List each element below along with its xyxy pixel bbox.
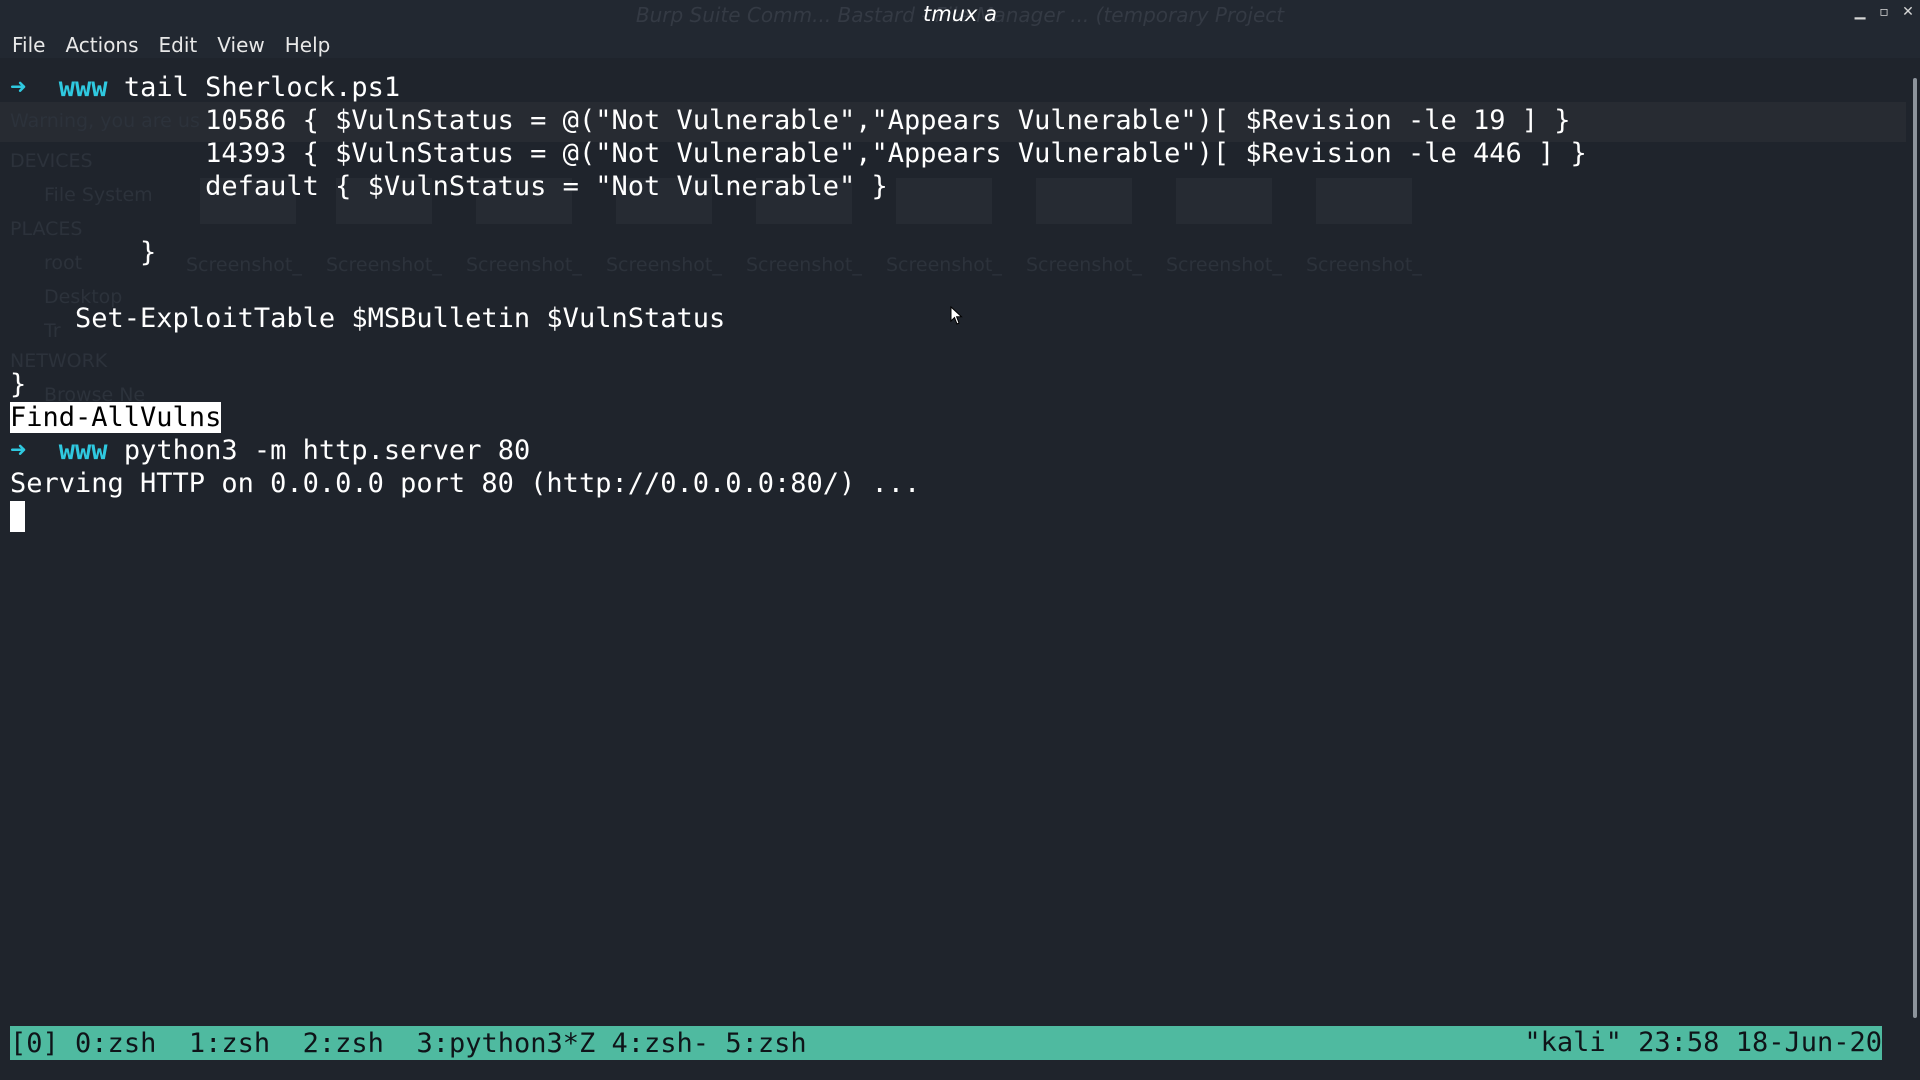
- mouse-pointer-icon: [950, 306, 963, 325]
- prompt-arrow-icon: ➜: [10, 435, 27, 466]
- ghost-thumb-label: Screenshot_: [746, 254, 862, 276]
- ghost-thumb-label: Screenshot_: [466, 254, 582, 276]
- minimize-icon[interactable]: ▁: [1852, 4, 1868, 20]
- ghost-thumb-label: Screenshot_: [186, 254, 302, 276]
- command-text: tail Sherlock.ps1: [123, 72, 401, 103]
- scrollbar-thumb[interactable]: [1913, 78, 1917, 1018]
- tmux-window-3[interactable]: 3:python3*Z: [416, 1028, 595, 1059]
- terminal-line: Serving HTTP on 0.0.0.0 port 80 (http://…: [10, 468, 921, 499]
- terminal-line: 10586 { $VulnStatus = @("Not Vulnerable"…: [10, 105, 1571, 136]
- menu-help[interactable]: Help: [285, 33, 331, 57]
- ghost-thumb-label: Screenshot_: [326, 254, 442, 276]
- terminal-cursor: [10, 501, 25, 532]
- maximize-icon[interactable]: ▫: [1876, 4, 1892, 20]
- ghost-thumb-label: Screenshot_: [886, 254, 1002, 276]
- ghost-thumbnail: [896, 178, 992, 224]
- tmux-session: [0]: [10, 1027, 59, 1059]
- ghost-thumb-label: Screenshot_: [1026, 254, 1142, 276]
- bottom-strip: [0, 1060, 1920, 1080]
- ghost-thumb-label: Screenshot_: [606, 254, 722, 276]
- terminal-line: 14393 { $VulnStatus = @("Not Vulnerable"…: [10, 138, 1587, 169]
- prompt-directory: www: [58, 435, 108, 466]
- selected-text[interactable]: Find-AllVulns: [10, 402, 222, 433]
- tmux-window-0[interactable]: 0:zsh: [75, 1028, 156, 1059]
- menu-file[interactable]: File: [12, 33, 45, 57]
- terminal-line-cmd2: ➜ www python3 -m http.server 80: [10, 434, 530, 467]
- ghost-thumbnail: [1036, 178, 1132, 224]
- terminal-line-cmd1: ➜ www tail Sherlock.ps1: [10, 71, 400, 104]
- command-text: python3 -m http.server 80: [123, 435, 531, 466]
- terminal-pane[interactable]: Warning, you are us DEVICES File System …: [0, 58, 1906, 1024]
- window-controls: ▁ ▫ ✕: [1852, 4, 1916, 20]
- terminal-scrollbar[interactable]: [1906, 58, 1920, 1024]
- tmux-window-5[interactable]: 5:zsh: [725, 1028, 806, 1059]
- tmux-status-bar: [0] 0:zsh 1:zsh 2:zsh 3:python3*Z 4:zsh-…: [10, 1026, 1882, 1060]
- menu-view[interactable]: View: [217, 33, 264, 57]
- terminal-line: default { $VulnStatus = "Not Vulnerable"…: [10, 171, 888, 202]
- tmux-window-1[interactable]: 1:zsh: [189, 1028, 270, 1059]
- terminal-line: }: [10, 237, 157, 268]
- terminal-line: }: [10, 369, 27, 400]
- ghost-thumbnail: [1316, 178, 1412, 224]
- ghost-thumb-label: Screenshot_: [1306, 254, 1422, 276]
- ghost-thumbnail: [1176, 178, 1272, 224]
- tmux-window-2[interactable]: 2:zsh: [303, 1028, 384, 1059]
- ghost-thumb-label: Screenshot_: [1166, 254, 1282, 276]
- terminal-line-highlighted: Find-AllVulns: [10, 401, 222, 434]
- window-title: tmux a: [923, 2, 997, 26]
- prompt-arrow-icon: ➜: [10, 72, 27, 103]
- terminal-line: Set-ExploitTable $MSBulletin $VulnStatus: [10, 303, 726, 334]
- title-bar: Burp Suite Comm... Bastard - File Manage…: [0, 0, 1920, 31]
- menu-actions[interactable]: Actions: [65, 33, 138, 57]
- tmux-window-4[interactable]: 4:zsh-: [612, 1028, 710, 1059]
- menu-edit[interactable]: Edit: [159, 33, 198, 57]
- prompt-directory: www: [58, 72, 108, 103]
- menu-bar: File Actions Edit View Help: [0, 31, 1920, 58]
- tmux-status-right: "kali" 23:58 18-Jun-20: [1524, 1027, 1882, 1058]
- close-icon[interactable]: ✕: [1900, 4, 1916, 20]
